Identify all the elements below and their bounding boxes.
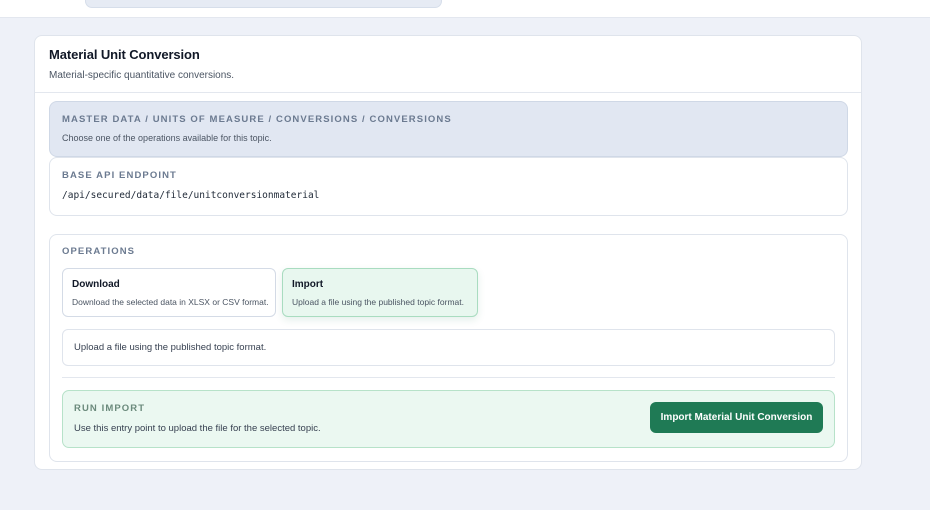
- topic-card: Material Unit Conversion Material-specif…: [34, 35, 862, 470]
- run-import-panel: RUN IMPORT Use this entry point to uploa…: [62, 390, 835, 448]
- card-header: Material Unit Conversion Material-specif…: [35, 36, 861, 93]
- breadcrumb-path: MASTER DATA / UNITS OF MEASURE / CONVERS…: [62, 114, 452, 125]
- operation-download-tile[interactable]: Download Download the selected data in X…: [62, 268, 276, 317]
- operations-panel: OPERATIONS Download Download the selecte…: [49, 234, 848, 462]
- operation-name: Download: [72, 279, 120, 290]
- breadcrumb-hint: Choose one of the operations available f…: [62, 133, 272, 143]
- endpoint-value: /api/secured/data/file/unitconversionmat…: [62, 190, 320, 201]
- operation-import-tile[interactable]: Import Upload a file using the published…: [282, 268, 478, 317]
- endpoint-label: BASE API ENDPOINT: [62, 170, 177, 181]
- operation-description: Upload a file using the published topic …: [292, 297, 464, 307]
- operation-tiles: Download Download the selected data in X…: [62, 268, 835, 318]
- search-input[interactable]: [85, 0, 442, 8]
- page-title: Material Unit Conversion: [49, 47, 200, 62]
- operation-name: Import: [292, 279, 324, 290]
- breadcrumb: MASTER DATA / UNITS OF MEASURE / CONVERS…: [49, 101, 848, 157]
- page-subtitle: Material-specific quantitative conversio…: [49, 70, 235, 81]
- operation-description: Download the selected data in XLSX or CS…: [72, 297, 269, 307]
- divider: [62, 377, 835, 378]
- endpoint-panel: BASE API ENDPOINT /api/secured/data/file…: [49, 157, 848, 216]
- top-bar: [0, 0, 930, 18]
- import-button[interactable]: Import Material Unit Conversion: [650, 402, 823, 433]
- selected-operation-note: Upload a file using the published topic …: [62, 329, 835, 366]
- operations-label: OPERATIONS: [62, 246, 136, 257]
